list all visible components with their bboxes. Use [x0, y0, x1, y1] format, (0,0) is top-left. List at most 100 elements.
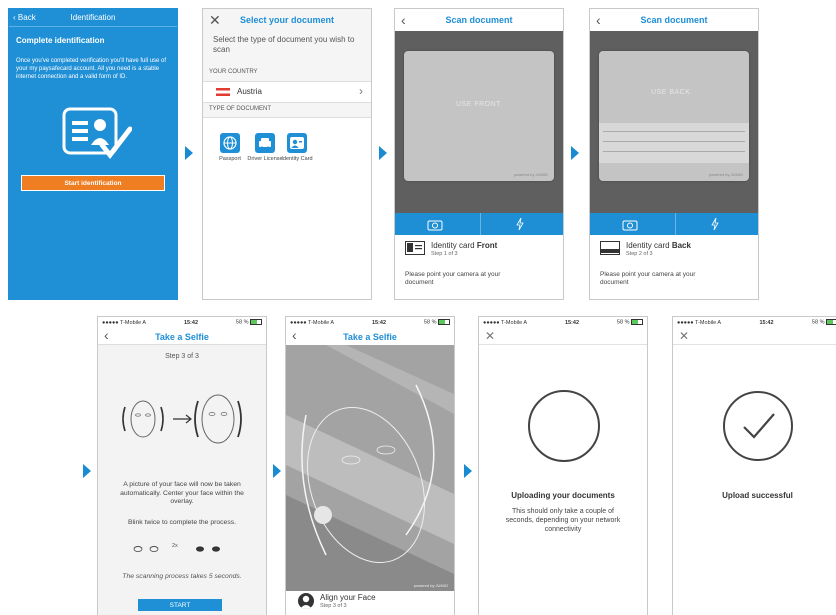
divider — [673, 344, 836, 345]
page-title: Take a Selfie — [155, 332, 209, 342]
arrow-right-icon — [83, 464, 91, 478]
screen-take-selfie: ●●●●● T-Mobile A 15:42 58 % ‹ Take a Sel… — [97, 316, 267, 615]
heading: Complete identification — [16, 36, 105, 45]
page-title: Identification — [70, 13, 116, 22]
globe-icon — [223, 136, 237, 150]
blink-count: 2x — [172, 543, 178, 549]
watermark: powered by JUMIO — [513, 172, 548, 177]
step-label: Step 1 of 3 — [431, 251, 458, 257]
page-title: Take a Selfie — [343, 332, 397, 342]
battery-indicator: 58 % — [617, 319, 643, 326]
card-hint: USE BACK — [651, 89, 691, 96]
nav-bar: ‹ Scan document — [590, 9, 758, 31]
camera-preview: powered by JUMIO — [286, 345, 454, 591]
back-icon[interactable]: ‹ — [596, 12, 601, 28]
battery-indicator: 58 % — [812, 319, 836, 326]
watermark: powered by JUMIO — [708, 172, 743, 177]
nav-bar: ✕ Select your document — [203, 9, 371, 31]
id-person-icon — [290, 137, 304, 149]
progress-ring-icon — [528, 390, 600, 462]
body-text: Once you've completed verification you'l… — [16, 58, 167, 80]
blink-illustration: 2x — [132, 543, 236, 555]
camera-icon[interactable] — [622, 218, 638, 236]
camera-preview: USE FRONT powered by JUMIO — [395, 31, 563, 213]
country-header: YOUR COUNTRY — [209, 69, 258, 75]
camera-icon[interactable] — [427, 218, 443, 236]
camera-toolbar — [590, 213, 758, 235]
driver-license-label: Driver License — [247, 156, 283, 162]
prompt-text: Select the type of document you wish to … — [213, 35, 355, 54]
id-card-icon — [62, 105, 133, 165]
upload-description: This should only take a couple of second… — [505, 508, 621, 533]
identity-card-tile[interactable] — [287, 133, 307, 153]
battery-indicator: 58 % — [424, 319, 450, 326]
chevron-right-icon: › — [359, 84, 363, 98]
car-icon — [259, 138, 271, 150]
screen-upload-success: ●●●●● T-Mobile A 15:42 58 % ✕ Upload suc… — [672, 316, 836, 615]
checkmark-circle-icon — [722, 390, 794, 462]
arrow-right-icon — [379, 146, 387, 160]
id-card-back: USE BACK powered by JUMIO — [599, 51, 749, 181]
description-text: A picture of your face will now be taken… — [120, 481, 244, 505]
instruction-text: Please point your camera at your documen… — [600, 271, 696, 286]
screen-scan-front: ‹ Scan document USE FRONT powered by JUM… — [394, 8, 564, 300]
screen-uploading: ●●●●● T-Mobile A 15:42 58 % ✕ Uploading … — [478, 316, 648, 615]
mrz-area — [599, 123, 749, 163]
status-bar: ●●●●● T-Mobile A 15:42 58 % — [98, 317, 266, 328]
id-card-front: USE FRONT powered by JUMIO — [404, 51, 554, 181]
arrow-right-icon — [273, 464, 281, 478]
document-label: Identity card Back — [626, 241, 691, 250]
flash-icon[interactable] — [515, 217, 525, 236]
screen-selfie-camera: ●●●●● T-Mobile A 15:42 58 % ‹ Take a Sel… — [285, 316, 455, 615]
close-icon[interactable]: ✕ — [209, 12, 221, 28]
divider — [675, 213, 676, 235]
status-bar: ●●●●● T-Mobile A 15:42 58 % — [673, 317, 836, 328]
back-icon[interactable]: ‹ — [401, 12, 406, 28]
id-card-back-icon — [600, 241, 620, 255]
flash-icon[interactable] — [710, 217, 720, 236]
screen-select-document: ✕ Select your document Select the type o… — [202, 8, 372, 300]
instruction-text: Please point your camera at your documen… — [405, 271, 501, 286]
divider — [479, 344, 647, 345]
card-hint: USE FRONT — [456, 101, 501, 108]
scan-note: The scanning process takes 5 seconds. — [122, 573, 242, 580]
success-heading: Upload successful — [722, 491, 793, 500]
screen-identification: ‹ Back Identification Complete identific… — [8, 8, 178, 300]
identity-card-label: Identity Card — [281, 156, 313, 162]
start-button[interactable]: START — [138, 599, 222, 611]
watermark: powered by JUMIO — [413, 583, 448, 588]
battery-indicator: 58 % — [236, 319, 262, 326]
doc-type-header: TYPE OF DOCUMENT — [209, 106, 272, 112]
divider — [480, 213, 481, 235]
step-label: Step 3 of 3 — [320, 603, 347, 609]
country-value: Austria — [237, 87, 262, 96]
driver-license-tile[interactable] — [255, 133, 275, 153]
page-title: Scan document — [640, 15, 708, 25]
country-select[interactable]: Austria › — [203, 81, 371, 103]
step-label: Step 2 of 3 — [626, 251, 653, 257]
eyes-icon — [133, 546, 220, 552]
arrow-right-icon — [464, 464, 472, 478]
passport-tile[interactable] — [220, 133, 240, 153]
page-title: Scan document — [445, 15, 513, 25]
step-label: Step 3 of 3 — [165, 353, 199, 360]
divider — [9, 26, 177, 27]
camera-toolbar — [395, 213, 563, 235]
close-icon[interactable]: ✕ — [485, 329, 495, 343]
start-identification-button[interactable]: Start identification — [21, 175, 165, 191]
document-label: Identity card Front — [431, 241, 498, 250]
blink-text: Blink twice to complete the process. — [127, 519, 237, 526]
screen-scan-back: ‹ Scan document USE BACK powered by JUMI… — [589, 8, 759, 300]
status-bar: ●●●●● T-Mobile A 15:42 58 % — [286, 317, 454, 328]
align-label: Align your Face — [320, 593, 376, 602]
page-title: Select your document — [239, 15, 335, 25]
face-overlay-illustration — [118, 389, 248, 449]
id-card-icon — [405, 241, 425, 255]
austria-flag-icon — [216, 88, 230, 96]
passport-label: Passport — [219, 156, 241, 162]
arrow-right-icon — [185, 146, 193, 160]
upload-heading: Uploading your documents — [511, 491, 615, 500]
nav-bar: ‹ Scan document — [395, 9, 563, 31]
close-icon[interactable]: ✕ — [679, 329, 689, 343]
arrow-right-icon — [571, 146, 579, 160]
